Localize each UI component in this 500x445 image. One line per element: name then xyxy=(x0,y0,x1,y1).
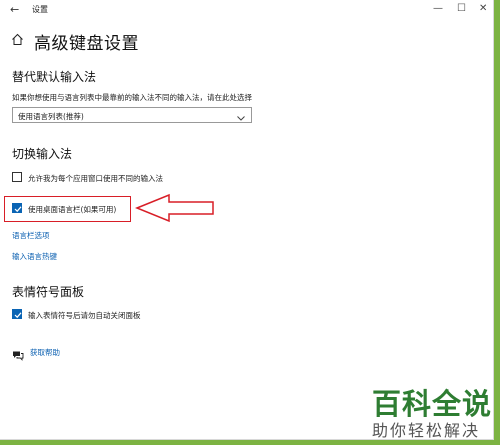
switch-input-heading: 切换输入法 xyxy=(12,147,73,161)
per-app-checkbox[interactable] xyxy=(12,172,22,182)
input-language-hotkeys-link[interactable]: 输入语言热键 xyxy=(12,251,57,262)
annotation-highlight-box xyxy=(4,196,131,222)
emoji-auto-close-label: 输入表情符号后请勿自动关闭面板 xyxy=(28,311,141,320)
get-help-link[interactable]: 获取帮助 xyxy=(30,347,60,358)
chevron-down-icon xyxy=(236,109,246,128)
minimize-button[interactable]: — xyxy=(433,2,443,16)
page-title: 高级键盘设置 xyxy=(34,34,139,54)
home-icon[interactable] xyxy=(11,31,24,50)
override-input-heading: 替代默认输入法 xyxy=(12,70,97,84)
settings-window: ← 设置 — ☐ ✕ 高级键盘设置 替代默认输入法 如果你想使用与语言列表中最靠… xyxy=(0,0,494,440)
per-app-label: 允许我为每个应用窗口使用不同的输入法 xyxy=(28,174,163,183)
language-bar-options-link[interactable]: 语言栏选项 xyxy=(12,230,50,241)
watermark-subtitle: 助你轻松解决 xyxy=(372,421,481,440)
window-title: 设置 xyxy=(32,5,48,14)
override-input-description: 如果你想使用与语言列表中最靠前的输入法不同的输入法，请在此处选择 xyxy=(12,93,252,102)
title-bar: ← 设置 — ☐ ✕ xyxy=(0,0,494,20)
default-input-dropdown[interactable]: 使用语言列表(推荐) xyxy=(12,107,252,123)
maximize-button[interactable]: ☐ xyxy=(457,2,466,16)
emoji-panel-heading: 表情符号面板 xyxy=(12,285,85,299)
help-chat-icon xyxy=(12,346,24,365)
dropdown-value: 使用语言列表(推荐) xyxy=(18,112,84,121)
annotation-arrow-icon xyxy=(135,193,217,227)
close-button[interactable]: ✕ xyxy=(479,2,487,16)
back-button[interactable]: ← xyxy=(10,3,19,17)
emoji-auto-close-checkbox[interactable] xyxy=(12,309,22,319)
